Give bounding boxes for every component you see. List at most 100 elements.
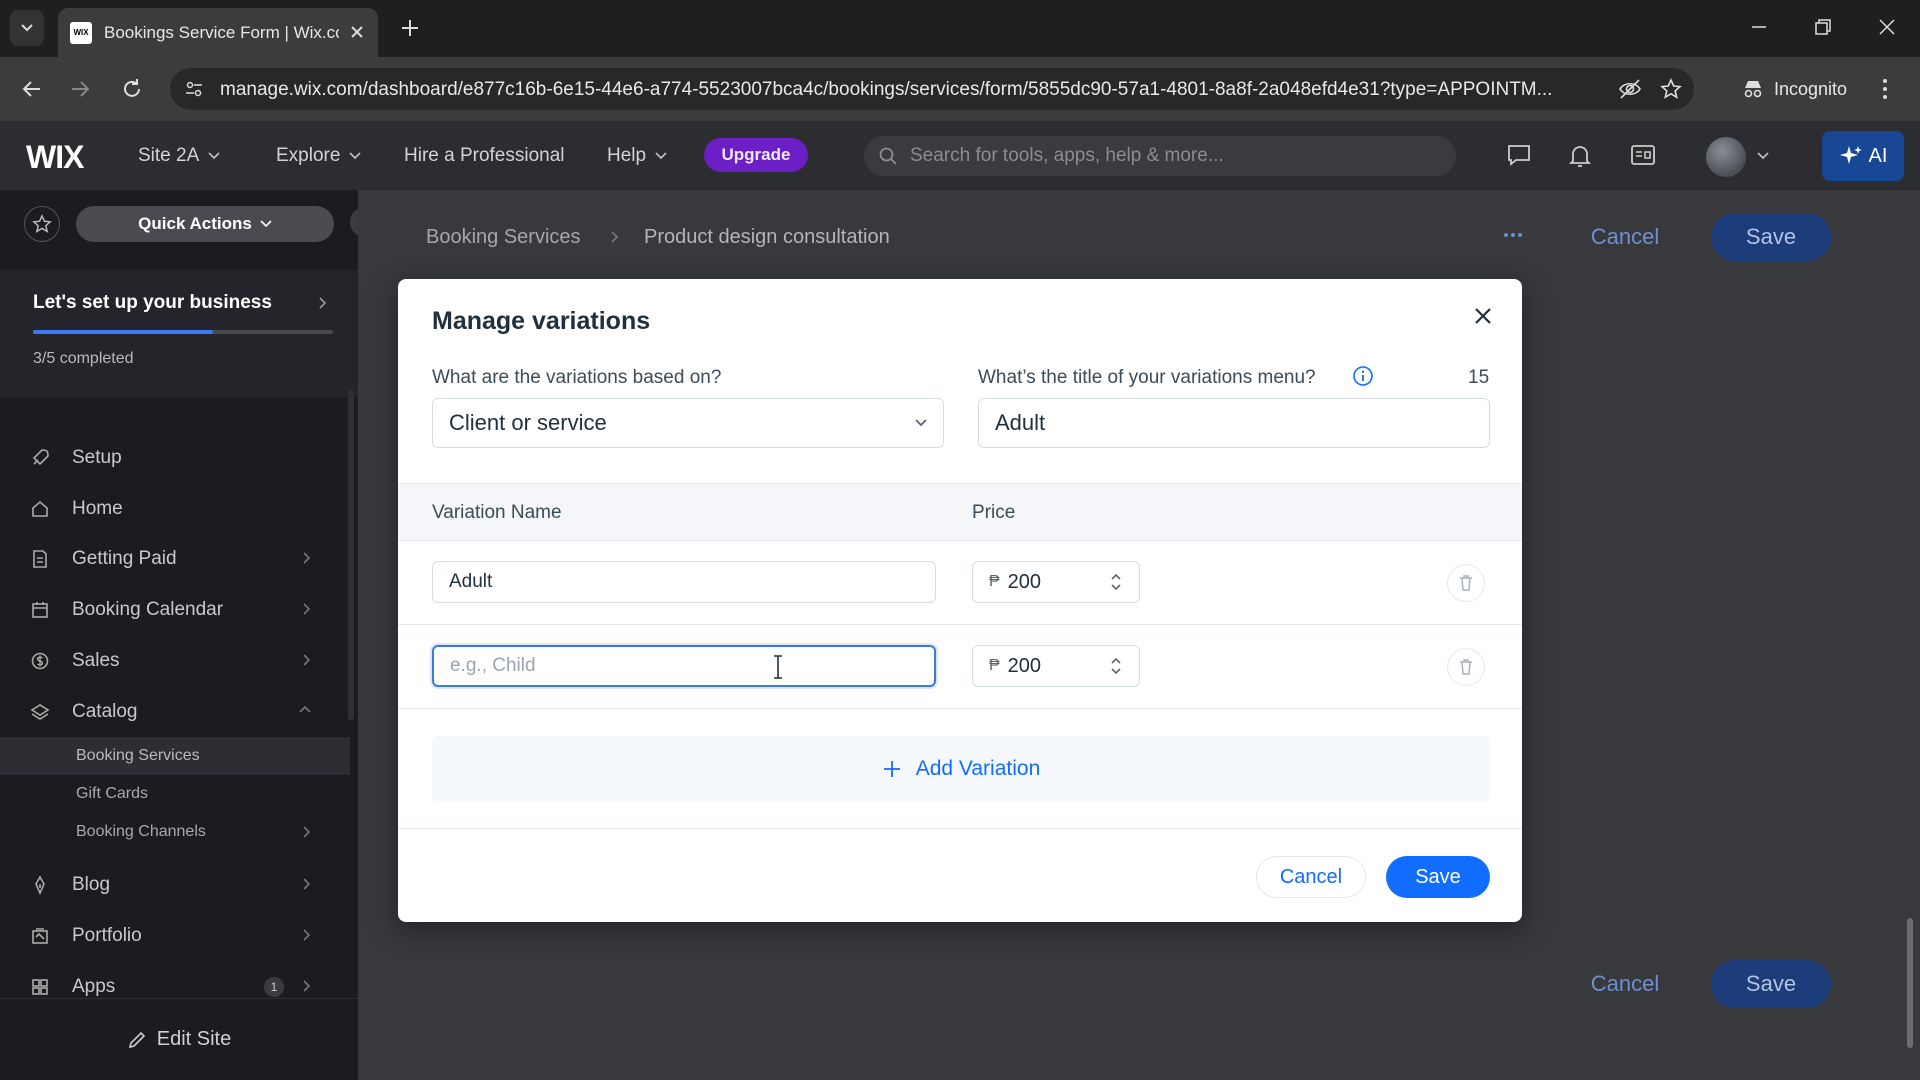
quick-actions-button[interactable]: Quick Actions [76,206,334,242]
minimize-icon[interactable] [1748,16,1770,38]
chevron-right-icon [303,603,311,615]
ai-label: AI [1868,144,1888,167]
close-icon[interactable] [1472,305,1494,327]
setup-progress-fill [33,330,213,334]
edit-site-label: Edit Site [156,1028,232,1050]
sidebar-item-sales[interactable]: Sales [0,639,350,683]
close-icon[interactable] [348,23,366,41]
edit-site-button[interactable]: Edit Site [0,998,358,1080]
stepper-arrows-icon[interactable] [1109,655,1123,677]
page-cancel-button-bottom[interactable]: Cancel [1567,960,1683,1008]
sidebar-item-setup[interactable]: Setup [0,436,350,480]
add-variation-button[interactable]: Add Variation [432,736,1490,802]
apps-count-badge: 1 [264,977,284,997]
site-info-icon[interactable] [184,79,204,99]
breadcrumb-booking-services[interactable]: Booking Services [426,226,581,249]
help-menu[interactable]: Help [607,145,668,167]
subitem-label: Gift Cards [76,785,149,802]
price-input[interactable]: ₱ 200 [972,645,1140,687]
chevron-down-icon [208,152,220,160]
tab-search-button[interactable] [10,10,44,46]
page-cancel-button[interactable]: Cancel [1567,213,1683,261]
url-bar[interactable]: manage.wix.com/dashboard/e877c16b-6e15-4… [170,68,1694,110]
eye-off-icon[interactable] [1618,78,1642,100]
catalog-icon [30,702,54,722]
modal-footer-divider [398,828,1522,829]
back-arrow-icon[interactable] [20,77,44,101]
sidebar-item-label: Catalog [72,701,138,722]
variation-name-input[interactable] [432,645,936,687]
browser-tab[interactable]: WIX Bookings Service Form | Wix.com [58,8,378,57]
wix-logo[interactable]: WIX [26,139,84,176]
browser-tab-bar: WIX Bookings Service Form | Wix.com [0,0,1920,57]
chevron-right-icon [303,552,311,564]
hire-label: Hire a Professional [404,145,565,166]
chevron-right-icon [319,297,327,309]
wix-favicon-icon: WIX [70,21,92,44]
sidebar-item-booking-calendar[interactable]: Booking Calendar [0,588,350,632]
inbox-icon[interactable] [1630,143,1656,167]
sidebar-item-label: Booking Calendar [72,599,224,620]
star-icon [32,214,52,233]
sidebar-item-label: Home [72,498,123,519]
price-input[interactable]: ₱ 200 [972,561,1140,603]
site-switcher[interactable]: Site 2A [138,145,221,167]
price-value: 200 [1007,570,1042,593]
sidebar-item-home[interactable]: Home [0,487,350,531]
forward-arrow-icon[interactable] [68,77,92,101]
bell-icon[interactable] [1568,143,1592,169]
variation-name-input[interactable] [432,561,936,603]
avatar[interactable] [1706,137,1746,177]
rocket-icon [30,448,54,468]
sidebar-item-catalog[interactable]: Catalog [0,690,350,734]
modal-save-button[interactable]: Save [1386,856,1490,898]
stepper-arrows-icon[interactable] [1109,571,1123,593]
variations-menu-title-input[interactable]: Adult [978,398,1490,448]
page-save-button[interactable]: Save [1711,213,1831,261]
restore-icon[interactable] [1812,16,1834,38]
chevron-right-icon [303,878,311,890]
reload-icon[interactable] [120,77,144,101]
new-tab-plus-icon[interactable] [398,16,422,40]
portfolio-icon [30,926,54,946]
chevron-right-icon [611,231,619,243]
chat-icon[interactable] [1506,143,1532,167]
search-input[interactable]: Search for tools, apps, help & more... [864,136,1456,176]
upgrade-button[interactable]: Upgrade [704,138,808,172]
sidebar-item-portfolio[interactable]: Portfolio [0,914,350,958]
apps-icon [30,977,54,997]
explore-menu[interactable]: Explore [276,145,362,167]
chevron-down-icon [349,152,362,160]
sidebar-subitem-booking-services[interactable]: Booking Services [0,737,350,775]
main-scrollbar[interactable] [1907,918,1913,1048]
sidebar-subitem-booking-channels[interactable]: Booking Channels [0,813,350,851]
column-header-variation-name: Variation Name [432,502,562,523]
hire-professional-link[interactable]: Hire a Professional [404,145,565,167]
variations-based-on-dropdown[interactable]: Client or service [432,398,944,448]
page-save-button-bottom[interactable]: Save [1711,960,1831,1008]
sidebar-item-getting-paid[interactable]: Getting Paid [0,537,350,581]
bookmark-star-icon[interactable] [1660,78,1682,100]
modal-cancel-button[interactable]: Cancel [1256,856,1366,898]
column-header-price: Price [972,502,1016,523]
chevron-down-icon [915,419,927,427]
more-actions-icon[interactable] [1498,220,1528,250]
kebab-menu-icon[interactable] [1880,77,1890,101]
sidebar-scrollbar[interactable] [348,390,354,720]
window-close-icon[interactable] [1876,16,1898,38]
incognito-indicator[interactable]: Incognito [1720,68,1860,110]
sidebar-subitem-gift-cards[interactable]: Gift Cards [0,775,350,813]
chevron-down-icon[interactable] [1756,151,1770,161]
setup-card[interactable] [0,270,358,398]
delete-variation-button[interactable] [1447,564,1485,602]
sidebar-item-blog[interactable]: Blog [0,863,350,907]
price-value: 200 [1007,654,1042,677]
delete-variation-button[interactable] [1447,648,1485,686]
sparkle-icon [1839,146,1862,164]
site-name: Site 2A [138,145,200,166]
ai-assistant-button[interactable]: AI [1822,131,1904,181]
info-icon[interactable] [1352,365,1374,387]
sidebar-item-label: Blog [72,874,111,895]
quick-actions-label: Quick Actions [138,214,252,233]
favorites-button[interactable] [24,206,60,242]
